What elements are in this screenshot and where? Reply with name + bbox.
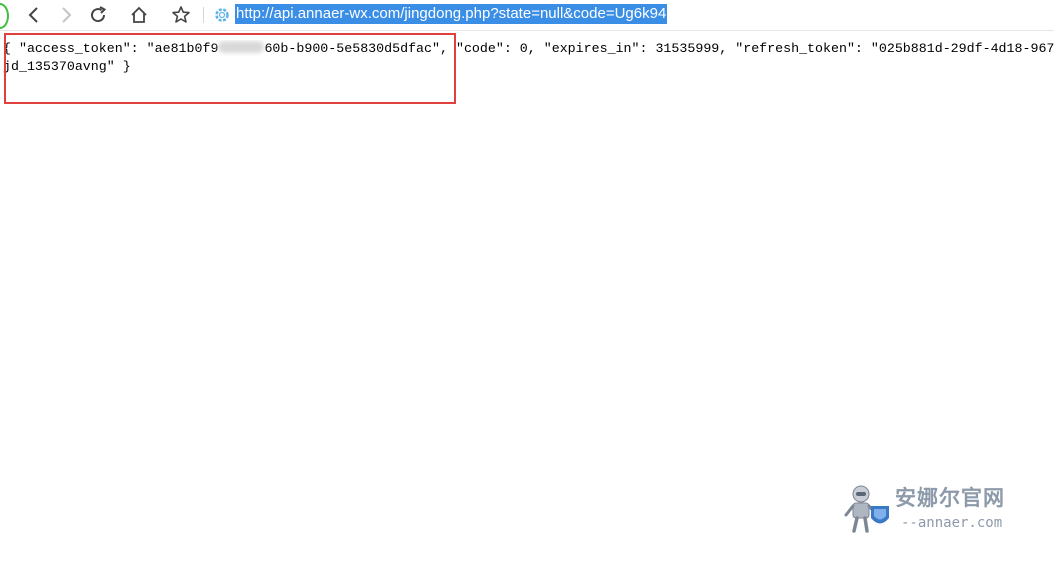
loading-indicator [0,3,9,29]
watermark-domain: --annaer.com [901,515,1003,531]
robot-logo-icon [844,485,889,533]
gear-icon [215,8,229,22]
forward-button[interactable] [54,3,78,27]
home-button[interactable] [127,3,151,27]
address-bar-url[interactable]: http://api.annaer-wx.com/jingdong.php?st… [235,4,668,24]
highlight-annotation-box [4,33,456,104]
watermark: 安娜尔官网 --annaer.com [843,480,1043,540]
back-button[interactable] [22,3,46,27]
reload-button[interactable] [86,3,110,27]
chevron-right-icon [62,7,72,23]
toolbar-separator [203,7,204,23]
reload-icon [91,6,107,23]
watermark-title: 安娜尔官网 [895,486,1005,510]
browser-toolbar: http://api.annaer-wx.com/jingdong.php?st… [0,0,1054,31]
home-icon [131,6,147,23]
chevron-left-icon [28,7,38,23]
bookmark-button[interactable] [169,3,193,27]
star-icon [172,6,190,23]
